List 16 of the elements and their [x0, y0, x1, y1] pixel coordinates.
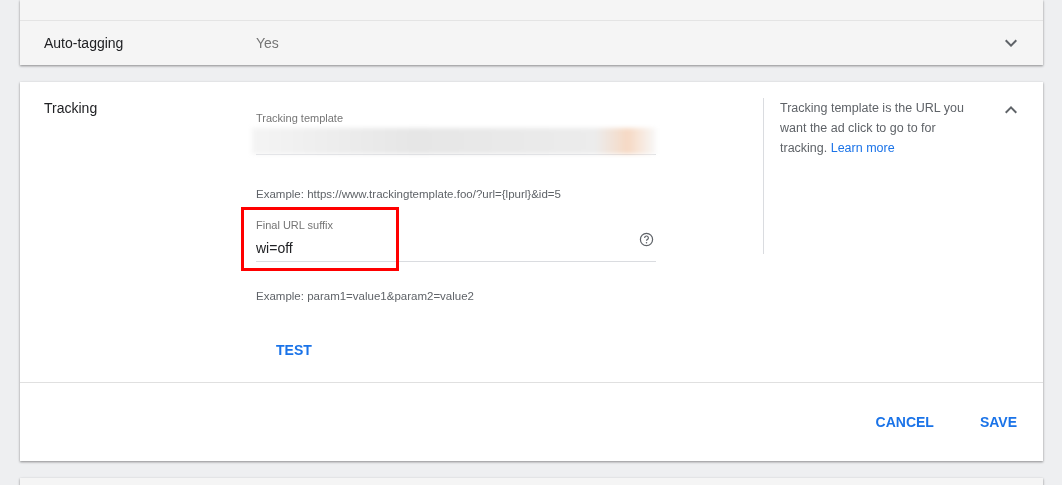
chevron-up-icon[interactable] [1005, 106, 1017, 114]
example-text: Example: https://www.trackingtemplate.foo/?url={lpurl}&id=5 [256, 188, 561, 200]
help-text: Tracking template is the URL you want the ad click to go to for tracking. Learn more [780, 100, 965, 157]
input-field[interactable]: Final URL suffix wi=off [256, 205, 656, 262]
section-label: Tracking [44, 99, 99, 116]
input-field[interactable]: Tracking template [256, 98, 656, 155]
cancel-button[interactable]: CANCEL [859, 406, 950, 438]
row-label: Auto-tagging [44, 35, 125, 51]
learn-more-link[interactable]: Learn more [830, 141, 895, 155]
chevron-down-icon[interactable] [1005, 39, 1017, 47]
save-button[interactable]: SAVE [963, 406, 1033, 438]
row-value: Yes [256, 35, 280, 51]
settings-row[interactable]: Auto-tagging Yes [20, 20, 1043, 65]
help-icon[interactable] [639, 232, 654, 247]
example-text: Example: param1=value1&param2=value2 [256, 290, 474, 302]
test-button[interactable]: TEST [260, 334, 328, 366]
